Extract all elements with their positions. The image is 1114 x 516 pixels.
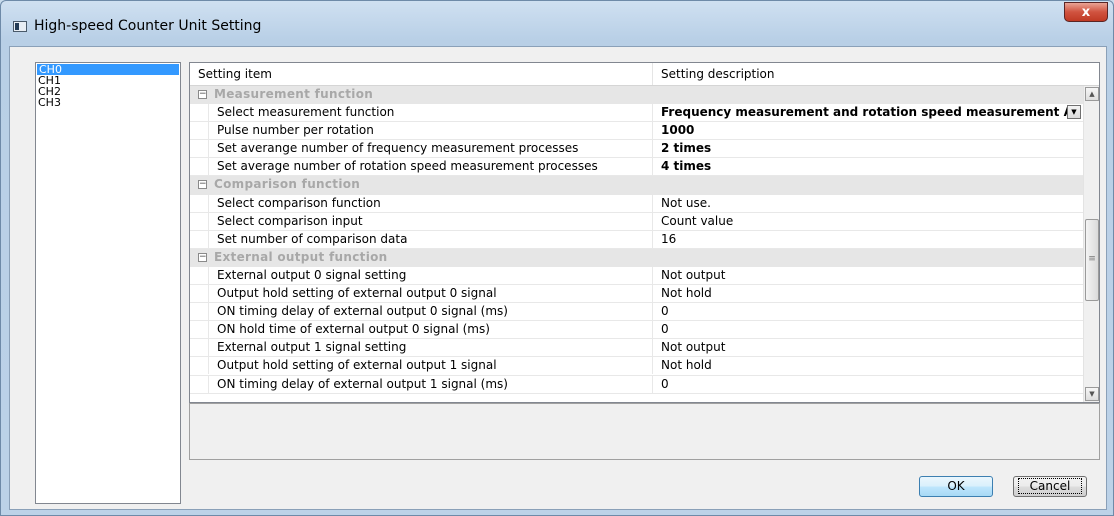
setting-row[interactable]: ON timing delay of external output 1 sig…: [190, 375, 1083, 394]
app-icon: [13, 21, 27, 32]
channel-list[interactable]: CH0 CH1 CH2 CH3: [35, 62, 181, 504]
setting-item-label: Pulse number per rotation: [208, 122, 653, 140]
cancel-button-label: Cancel: [1017, 478, 1083, 494]
collapse-toggle-icon[interactable]: −: [198, 90, 207, 99]
setting-item-label: External output 1 signal setting: [208, 339, 653, 357]
dialog-window: High-speed Counter Unit Setting x CH0 CH…: [0, 0, 1114, 516]
channel-item-ch3[interactable]: CH3: [36, 97, 180, 108]
collapse-toggle-icon[interactable]: −: [198, 252, 207, 262]
setting-value[interactable]: Not hold: [653, 357, 1083, 374]
vertical-scrollbar[interactable]: ▲ ≡ ▼: [1083, 86, 1099, 402]
setting-row[interactable]: Select comparison input Count value: [190, 212, 1083, 231]
setting-item-label: Output hold setting of external output 0…: [208, 285, 653, 303]
setting-row[interactable]: Set averange number of frequency measure…: [190, 140, 1083, 159]
category-label: External output function: [214, 249, 388, 264]
setting-value[interactable]: 0: [653, 321, 1083, 338]
grid-header: Setting item Setting description: [190, 63, 1099, 86]
setting-row[interactable]: Set number of comparison data 16: [190, 230, 1083, 249]
setting-item-label: Select comparison function: [208, 194, 653, 212]
settings-grid: Setting item Setting description − Measu…: [189, 62, 1100, 403]
setting-value[interactable]: 2 times: [653, 140, 1083, 157]
setting-value[interactable]: 0: [653, 376, 1083, 393]
setting-row[interactable]: Pulse number per rotation 1000: [190, 122, 1083, 141]
setting-value[interactable]: 4 times: [653, 158, 1083, 175]
description-pane: [189, 403, 1100, 460]
category-measurement-function: − Measurement function: [190, 86, 1083, 105]
setting-item-label: ON timing delay of external output 1 sig…: [208, 375, 653, 393]
ok-button[interactable]: OK: [919, 476, 993, 497]
cancel-button[interactable]: Cancel: [1013, 476, 1087, 497]
setting-item-label: Select measurement function: [208, 104, 653, 122]
setting-item-label: Set number of comparison data: [208, 230, 653, 248]
category-label: Measurement function: [214, 87, 374, 101]
setting-row[interactable]: Output hold setting of external output 0…: [190, 285, 1083, 304]
column-header-setting-item[interactable]: Setting item: [190, 63, 653, 85]
setting-value[interactable]: 0: [653, 303, 1083, 320]
scroll-up-icon[interactable]: ▲: [1085, 87, 1099, 101]
setting-value: Frequency measurement and rotation speed…: [661, 105, 1073, 120]
setting-item-label: Set averange number of frequency measure…: [208, 140, 653, 158]
category-comparison-function: − Comparison function: [190, 176, 1083, 195]
scroll-down-icon[interactable]: ▼: [1085, 387, 1099, 401]
setting-item-label: ON hold time of external output 0 signal…: [208, 321, 653, 339]
column-header-setting-description[interactable]: Setting description: [653, 63, 1099, 85]
setting-value[interactable]: Count value: [653, 213, 1083, 230]
window-title: High-speed Counter Unit Setting: [34, 18, 262, 34]
setting-item-label: Select comparison input: [208, 212, 653, 230]
category-external-output-function: − External output function: [190, 248, 1083, 267]
setting-item-label: ON timing delay of external output 0 sig…: [208, 303, 653, 321]
setting-value[interactable]: Not hold: [653, 285, 1083, 302]
setting-value[interactable]: Not output: [653, 339, 1083, 356]
setting-row[interactable]: ON timing delay of external output 0 sig…: [190, 303, 1083, 322]
setting-item-label: Set average number of rotation speed mea…: [208, 158, 653, 176]
category-label: Comparison function: [214, 177, 361, 192]
setting-row[interactable]: Set average number of rotation speed mea…: [190, 158, 1083, 177]
dialog-client-area: CH0 CH1 CH2 CH3 Setting item Setting des…: [9, 46, 1107, 510]
setting-row[interactable]: Select measurement function Frequency me…: [190, 104, 1083, 123]
setting-row[interactable]: Select comparison function Not use.: [190, 194, 1083, 213]
setting-value[interactable]: Not output: [653, 267, 1083, 284]
collapse-toggle-icon[interactable]: −: [198, 180, 207, 190]
setting-row[interactable]: ON hold time of external output 0 signal…: [190, 321, 1083, 340]
setting-row[interactable]: External output 0 signal setting Not out…: [190, 266, 1083, 286]
setting-value[interactable]: Not use.: [653, 195, 1083, 212]
setting-row[interactable]: Output hold setting of external output 1…: [190, 357, 1083, 376]
title-bar: High-speed Counter Unit Setting x: [1, 1, 1113, 43]
setting-item-label: External output 0 signal setting: [208, 266, 653, 284]
setting-row[interactable]: External output 1 signal setting Not out…: [190, 339, 1083, 358]
setting-item-label: Output hold setting of external output 1…: [208, 357, 653, 375]
setting-value[interactable]: 1000: [653, 122, 1083, 139]
setting-value[interactable]: 16: [653, 231, 1083, 248]
close-button[interactable]: x: [1064, 2, 1108, 22]
scrollbar-thumb[interactable]: ≡: [1085, 219, 1099, 301]
grid-rows: − Measurement function Select measuremen…: [190, 86, 1083, 394]
dropdown-arrow-icon[interactable]: ▼: [1067, 105, 1081, 120]
setting-value-dropdown[interactable]: Frequency measurement and rotation speed…: [653, 104, 1083, 121]
